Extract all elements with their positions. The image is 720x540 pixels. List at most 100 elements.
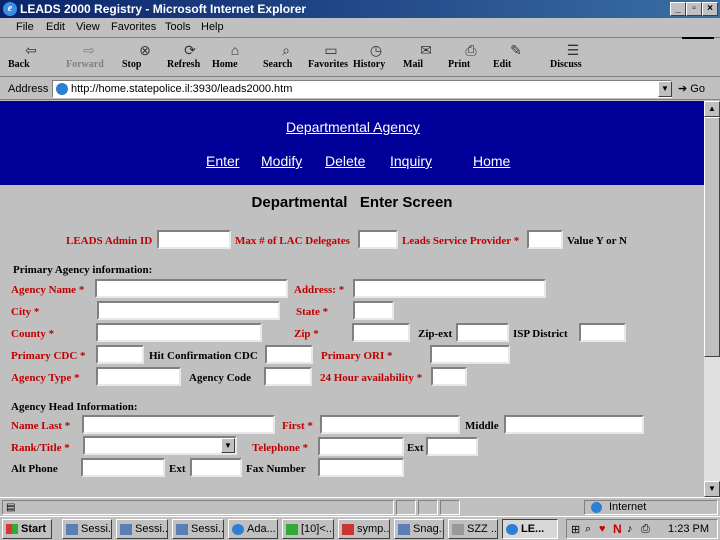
session-app-icon: [120, 524, 132, 535]
back-button[interactable]: ⇦ Back: [8, 41, 54, 75]
browser-app-icon: [506, 524, 518, 535]
ext-input[interactable]: [426, 437, 478, 456]
discuss-button[interactable]: ☰ Discuss: [550, 41, 596, 75]
county-input[interactable]: [96, 323, 262, 342]
mail-button[interactable]: ✉ Mail: [403, 41, 449, 75]
stop-button[interactable]: ⊗ Stop: [122, 41, 168, 75]
search-button[interactable]: ⌕ Search: [263, 41, 309, 75]
primary-cdc-input[interactable]: [96, 345, 144, 364]
refresh-button[interactable]: ⟳ Refresh: [167, 41, 213, 75]
address-input-field[interactable]: [353, 279, 546, 298]
status-pane-extra: [440, 500, 460, 515]
address-input[interactable]: http://home.statepolice.il:3930/leads200…: [52, 80, 672, 98]
task-szz[interactable]: SZZ ...: [448, 519, 498, 539]
chevron-down-icon[interactable]: ▼: [221, 438, 235, 453]
label-zip-ext: Zip-ext: [418, 328, 453, 340]
city-input[interactable]: [97, 301, 280, 320]
state-input[interactable]: [353, 301, 394, 320]
alt-ext-input[interactable]: [190, 458, 242, 477]
history-icon: ◷: [369, 42, 383, 58]
middle-name-input[interactable]: [504, 415, 644, 434]
chat-app-icon: [286, 524, 298, 535]
agency-type-input[interactable]: [96, 367, 181, 386]
task-ada[interactable]: Ada...: [228, 519, 278, 539]
availability-input[interactable]: [431, 367, 467, 386]
name-last-input[interactable]: [82, 415, 275, 434]
start-button[interactable]: Start: [2, 519, 52, 539]
service-provider-input[interactable]: [527, 230, 563, 249]
volume-icon[interactable]: ♪: [627, 523, 633, 535]
primary-ori-input[interactable]: [430, 345, 510, 364]
task-session-2[interactable]: Sessi...: [116, 519, 168, 539]
task-leads[interactable]: LE...: [502, 519, 558, 539]
clock[interactable]: 1:23 PM: [668, 523, 709, 535]
zip-input[interactable]: [352, 323, 410, 342]
favorites-folder-icon: ▭: [324, 42, 338, 58]
agency-code-input[interactable]: [264, 367, 312, 386]
status-bar: ▤ Internet: [0, 497, 720, 516]
telephone-input[interactable]: [318, 437, 404, 456]
search-tray-icon[interactable]: ⌕: [585, 523, 591, 536]
minimize-icon[interactable]: _: [670, 2, 686, 16]
home-button[interactable]: ⌂ Home: [212, 41, 258, 75]
nav-modify[interactable]: Modify: [261, 153, 302, 169]
history-button[interactable]: ◷ History: [353, 41, 399, 75]
label-name-last: Name Last *: [11, 420, 71, 432]
snag-app-icon: [398, 524, 410, 535]
label-middle: Middle: [465, 420, 499, 432]
menu-help[interactable]: Help: [201, 21, 224, 33]
max-lac-input[interactable]: [358, 230, 398, 249]
fax-number-input[interactable]: [318, 458, 404, 477]
close-icon[interactable]: ×: [702, 2, 718, 16]
printer-tray-icon[interactable]: ⎙: [641, 523, 650, 536]
banner-title-link[interactable]: Departmental Agency: [286, 119, 420, 135]
menu-favorites[interactable]: Favorites: [111, 21, 156, 33]
task-snag[interactable]: Snag...: [394, 519, 444, 539]
scroll-thumb[interactable]: [704, 117, 720, 357]
task-session-1[interactable]: Sessi...: [62, 519, 112, 539]
nav-inquiry[interactable]: Inquiry: [390, 153, 432, 169]
task-session-3[interactable]: Sessi...: [172, 519, 224, 539]
menu-tools[interactable]: Tools: [165, 21, 191, 33]
heart-icon[interactable]: ♥: [599, 523, 606, 535]
window-title-bar[interactable]: e LEADS 2000 Registry - Microsoft Intern…: [0, 0, 720, 18]
antivirus-icon[interactable]: N: [613, 522, 622, 536]
scroll-up-icon[interactable]: ▲: [704, 101, 720, 117]
label-rank-title: Rank/Title *: [11, 442, 70, 454]
edit-button[interactable]: ✎ Edit: [493, 41, 539, 75]
edit-icon: ✎: [510, 42, 522, 58]
network-icon[interactable]: ⊞: [571, 523, 580, 536]
address-url: http://home.statepolice.il:3930/leads200…: [71, 83, 293, 95]
menu-file[interactable]: File: [16, 21, 34, 33]
label-alt-phone: Alt Phone: [11, 463, 58, 475]
label-service-provider: Leads Service Provider *: [402, 235, 520, 247]
nav-home[interactable]: Home: [473, 153, 510, 169]
nav-enter[interactable]: Enter: [206, 153, 239, 169]
primary-agency-heading: Primary Agency information:: [13, 264, 153, 276]
alt-phone-input[interactable]: [81, 458, 165, 477]
scroll-down-icon[interactable]: ▼: [704, 481, 720, 497]
label-telephone: Telephone *: [252, 442, 309, 454]
task-10[interactable]: [10]<...: [282, 519, 334, 539]
go-button[interactable]: ➔ Go: [678, 82, 705, 95]
isp-district-input[interactable]: [579, 323, 626, 342]
label-isp-district: ISP District: [513, 328, 568, 340]
zip-ext-input[interactable]: [456, 323, 509, 342]
forward-button[interactable]: ⇨ Forward: [66, 41, 112, 75]
restore-icon[interactable]: ▫: [686, 2, 702, 16]
home-icon: ⌂: [230, 42, 240, 58]
favorites-button[interactable]: ▭ Favorites: [308, 41, 354, 75]
first-name-input[interactable]: [320, 415, 460, 434]
nav-delete[interactable]: Delete: [325, 153, 365, 169]
leads-admin-id-input[interactable]: [157, 230, 231, 249]
label-ext-2: Ext: [169, 463, 186, 475]
rank-title-select[interactable]: ▼: [83, 436, 237, 455]
address-dropdown-icon[interactable]: ▼: [658, 81, 672, 97]
hit-cdc-input[interactable]: [265, 345, 313, 364]
agency-name-input[interactable]: [95, 279, 288, 298]
menu-edit[interactable]: Edit: [46, 21, 65, 33]
task-symp[interactable]: symp...: [338, 519, 390, 539]
print-button[interactable]: ⎙ Print: [448, 41, 494, 75]
menu-view[interactable]: View: [76, 21, 100, 33]
vertical-scrollbar[interactable]: ▲ ▼: [704, 101, 720, 497]
